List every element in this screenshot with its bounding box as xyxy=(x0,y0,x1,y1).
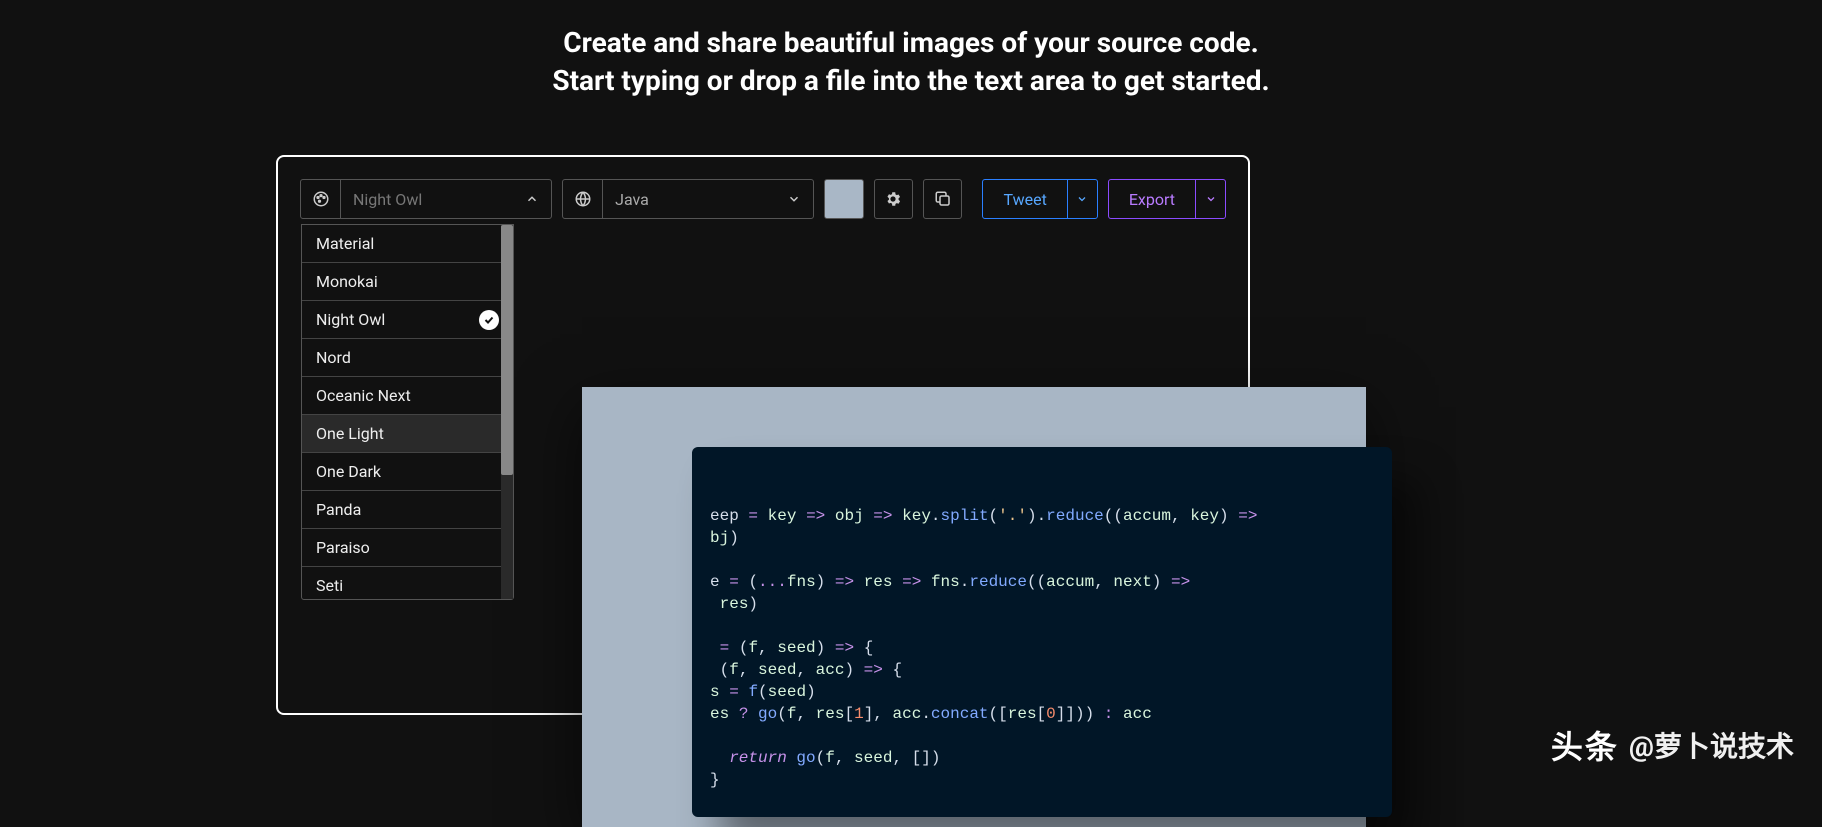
preview-stage: eep = key => obj => key.split('.').reduc… xyxy=(582,387,1366,827)
globe-icon xyxy=(563,180,603,218)
chevron-down-icon[interactable] xyxy=(787,180,813,218)
theme-selector[interactable]: Night Owl Material Monokai Night Owl Nor… xyxy=(300,179,552,219)
theme-option-seti[interactable]: Seti xyxy=(302,567,513,599)
theme-option-oceanic-next[interactable]: Oceanic Next xyxy=(302,377,513,415)
theme-option-night-owl[interactable]: Night Owl xyxy=(302,301,513,339)
export-dropdown-toggle[interactable] xyxy=(1195,180,1225,218)
export-button[interactable]: Export xyxy=(1108,179,1226,219)
hero-line-2: Start typing or drop a file into the tex… xyxy=(0,62,1822,100)
chevron-down-icon xyxy=(1076,193,1088,205)
theme-option-paraiso[interactable]: Paraiso xyxy=(302,529,513,567)
language-selector[interactable]: Java xyxy=(562,179,814,219)
theme-dropdown: Material Monokai Night Owl Nord Oceanic … xyxy=(301,224,514,600)
watermark-brand: 头条 xyxy=(1551,722,1619,768)
copy-icon xyxy=(934,190,952,208)
theme-option-material[interactable]: Material xyxy=(302,225,513,263)
background-color-picker[interactable] xyxy=(824,179,863,219)
theme-option-one-dark[interactable]: One Dark xyxy=(302,453,513,491)
watermark-handle: @萝卜说技术 xyxy=(1629,725,1794,765)
theme-option-panda[interactable]: Panda xyxy=(302,491,513,529)
language-selected-label: Java xyxy=(615,190,649,209)
theme-option-one-light[interactable]: One Light xyxy=(302,415,513,453)
palette-icon xyxy=(301,180,341,218)
dropdown-scrollbar[interactable] xyxy=(501,225,513,599)
toolbar: Night Owl Material Monokai Night Owl Nor… xyxy=(300,179,1226,219)
scrollbar-thumb[interactable] xyxy=(501,225,513,475)
tweet-dropdown-toggle[interactable] xyxy=(1067,180,1097,218)
theme-option-nord[interactable]: Nord xyxy=(302,339,513,377)
language-select-value[interactable]: Java xyxy=(603,180,787,218)
watermark: 头条 @萝卜说技术 xyxy=(1551,722,1794,768)
tweet-button[interactable]: Tweet xyxy=(982,179,1097,219)
chevron-up-icon[interactable] xyxy=(525,180,551,218)
theme-option-monokai[interactable]: Monokai xyxy=(302,263,513,301)
code-editor[interactable]: eep = key => obj => key.split('.').reduc… xyxy=(692,447,1392,817)
copy-button[interactable] xyxy=(923,179,962,219)
export-label[interactable]: Export xyxy=(1109,180,1195,218)
editor-panel: Night Owl Material Monokai Night Owl Nor… xyxy=(276,155,1250,715)
theme-selected-label: Night Owl xyxy=(353,190,422,209)
theme-select-value[interactable]: Night Owl xyxy=(341,180,525,218)
tweet-label[interactable]: Tweet xyxy=(983,180,1066,218)
gear-icon xyxy=(884,190,902,208)
chevron-down-icon xyxy=(1205,193,1217,205)
check-icon xyxy=(479,310,499,330)
hero-line-1: Create and share beautiful images of you… xyxy=(0,24,1822,62)
settings-button[interactable] xyxy=(874,179,913,219)
